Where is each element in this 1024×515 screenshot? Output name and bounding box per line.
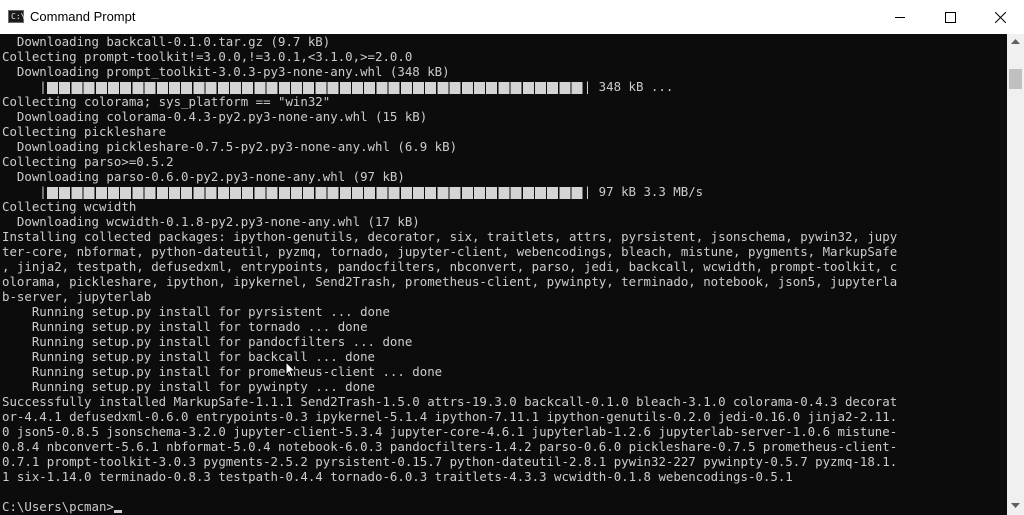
console-line: b-server, jupyterlab (2, 289, 152, 304)
command-prompt-line[interactable]: C:\Users\pcman> (2, 499, 122, 514)
minimize-icon (895, 17, 905, 18)
console-line: ter-core, nbformat, python-dateutil, pyz… (2, 244, 898, 259)
maximize-button[interactable] (927, 0, 973, 34)
progress-suffix: | 97 kB 3.3 MB/s (583, 184, 704, 199)
console-output[interactable]: Downloading backcall-0.1.0.tar.gz (9.7 k… (0, 34, 1007, 515)
text-cursor (113, 510, 122, 513)
console-line: Collecting pickleshare (2, 124, 167, 139)
window-title: Command Prompt (30, 9, 136, 24)
console-line: Running setup.py install for pyrsistent … (2, 304, 390, 319)
scroll-down-button[interactable] (1007, 498, 1024, 515)
console-line: Successfully installed MarkupSafe-1.1.1 … (2, 394, 898, 409)
console-line: Downloading pickleshare-0.7.5-py2.py3-no… (2, 139, 458, 154)
title-bar[interactable]: C:\ Command Prompt (0, 0, 1024, 35)
console-line: , jinja2, testpath, defusedxml, entrypoi… (2, 259, 898, 274)
chevron-down-icon (1011, 503, 1020, 508)
console-line: 0.7.1 prompt-toolkit-3.0.3 pygments-2.5.… (2, 454, 898, 469)
vertical-scrollbar[interactable] (1007, 34, 1024, 515)
console-line: Running setup.py install for pandocfilte… (2, 334, 413, 349)
minimize-button[interactable] (877, 0, 923, 34)
console-line: olorama, pickleshare, ipython, ipykernel… (2, 274, 898, 289)
maximize-icon (945, 12, 956, 23)
console-line: Collecting prompt-toolkit!=3.0.0,!=3.0.1… (2, 49, 413, 64)
console-line: Downloading backcall-0.1.0.tar.gz (9.7 k… (2, 34, 331, 49)
progress-line: | | 348 kB ... (2, 79, 673, 94)
console-line: Running setup.py install for pywinpty ..… (2, 379, 375, 394)
console-line: 1 six-1.14.0 terminado-0.8.3 testpath-0.… (2, 469, 793, 484)
console-line: Running setup.py install for prometheus-… (2, 364, 443, 379)
command-prompt-window: C:\ Command Prompt Downloading backcall-… (0, 0, 1024, 515)
console-line: Running setup.py install for tornado ...… (2, 319, 368, 334)
progress-bar (46, 186, 584, 199)
mouse-pointer-icon (285, 361, 297, 378)
console-line: Collecting wcwidth (2, 199, 137, 214)
scroll-up-button[interactable] (1007, 34, 1024, 51)
console-line: or-4.4.1 defusedxml-0.6.0 entrypoints-0.… (2, 409, 898, 424)
console-line: Downloading prompt_toolkit-3.0.3-py3-non… (2, 64, 450, 79)
progress-bar (46, 81, 584, 94)
console-line: Downloading wcwidth-0.1.8-py2.py3-none-a… (2, 214, 420, 229)
close-button[interactable] (977, 0, 1023, 34)
cmd-icon[interactable]: C:\ (8, 10, 26, 23)
console-line: Downloading parso-0.6.0-py2.py3-none-any… (2, 169, 405, 184)
close-icon (995, 12, 1006, 23)
console-line: Installing collected packages: ipython-g… (2, 229, 898, 244)
progress-prefix: | (2, 79, 47, 94)
console-line: Running setup.py install for backcall ..… (2, 349, 375, 364)
console-line: Collecting colorama; sys_platform == "wi… (2, 94, 331, 109)
console-line: 0.8.4 nbconvert-5.6.1 nbformat-5.0.4 not… (2, 439, 898, 454)
scrollbar-thumb[interactable] (1009, 69, 1022, 89)
console-line: 0 json5-0.8.5 jsonschema-3.2.0 jupyter-c… (2, 424, 898, 439)
progress-line: | | 97 kB 3.3 MB/s (2, 184, 703, 199)
progress-prefix: | (2, 184, 47, 199)
console-line: Downloading colorama-0.4.3-py2.py3-none-… (2, 109, 428, 124)
console-line: Collecting parso>=0.5.2 (2, 154, 174, 169)
prompt-text: C:\Users\pcman> (2, 499, 114, 514)
progress-suffix: | 348 kB ... (583, 79, 674, 94)
cmd-icon-text: C:\ (11, 12, 26, 21)
chevron-up-icon (1011, 39, 1020, 44)
